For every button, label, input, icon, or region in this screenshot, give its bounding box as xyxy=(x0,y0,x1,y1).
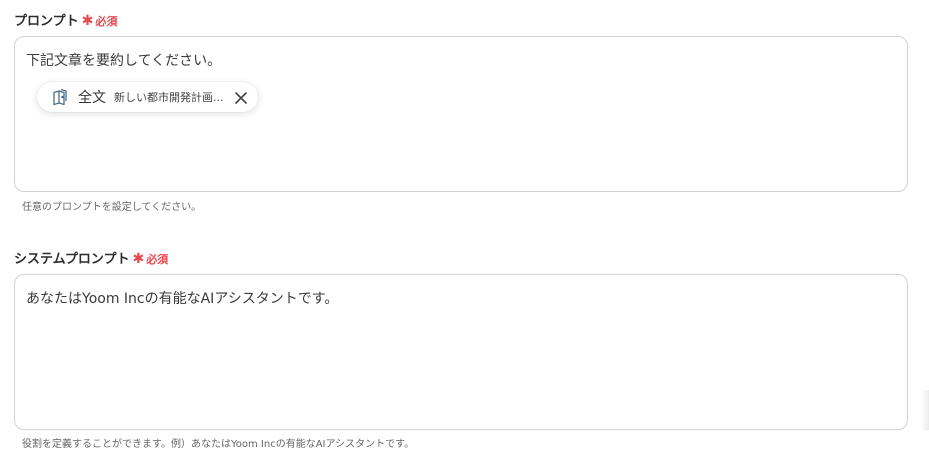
prompt-text: 下記文章を要約してください。 xyxy=(26,53,222,69)
system-prompt-textarea[interactable]: あなたはYoom Incの有能なAIアシスタントです。 xyxy=(14,274,908,430)
system-prompt-label: システムプロンプト xyxy=(14,252,130,267)
prompt-textarea[interactable]: 下記文章を要約してください。 全文 新しい都市開発計画... xyxy=(14,36,908,192)
required-badge: 必須 xyxy=(146,253,169,266)
system-prompt-help-text: 役割を定義することができます。例）あなたはYoom Incの有能なAIアシスタン… xyxy=(22,439,415,450)
system-prompt-text: あなたはYoom Incの有能なAIアシスタントです。 xyxy=(26,291,339,307)
book-icon xyxy=(51,88,69,106)
variable-chip-full-text[interactable]: 全文 新しい都市開発計画... xyxy=(37,82,258,112)
chip-value: 新しい都市開発計画... xyxy=(114,91,224,104)
prompt-label: プロンプト xyxy=(14,14,79,29)
prompt-help-text: 任意のプロンプトを設定してください。 xyxy=(22,202,202,213)
required-asterisk: ✱ xyxy=(81,13,94,29)
system-prompt-label-row: システムプロンプト ✱ 必須 xyxy=(14,248,168,267)
prompt-label-row: プロンプト ✱ 必須 xyxy=(14,10,117,29)
scroll-edge-shadow xyxy=(921,390,929,430)
required-asterisk: ✱ xyxy=(132,251,145,267)
close-icon[interactable] xyxy=(234,90,248,104)
chip-name: 全文 xyxy=(78,90,106,106)
required-badge: 必須 xyxy=(95,15,118,28)
